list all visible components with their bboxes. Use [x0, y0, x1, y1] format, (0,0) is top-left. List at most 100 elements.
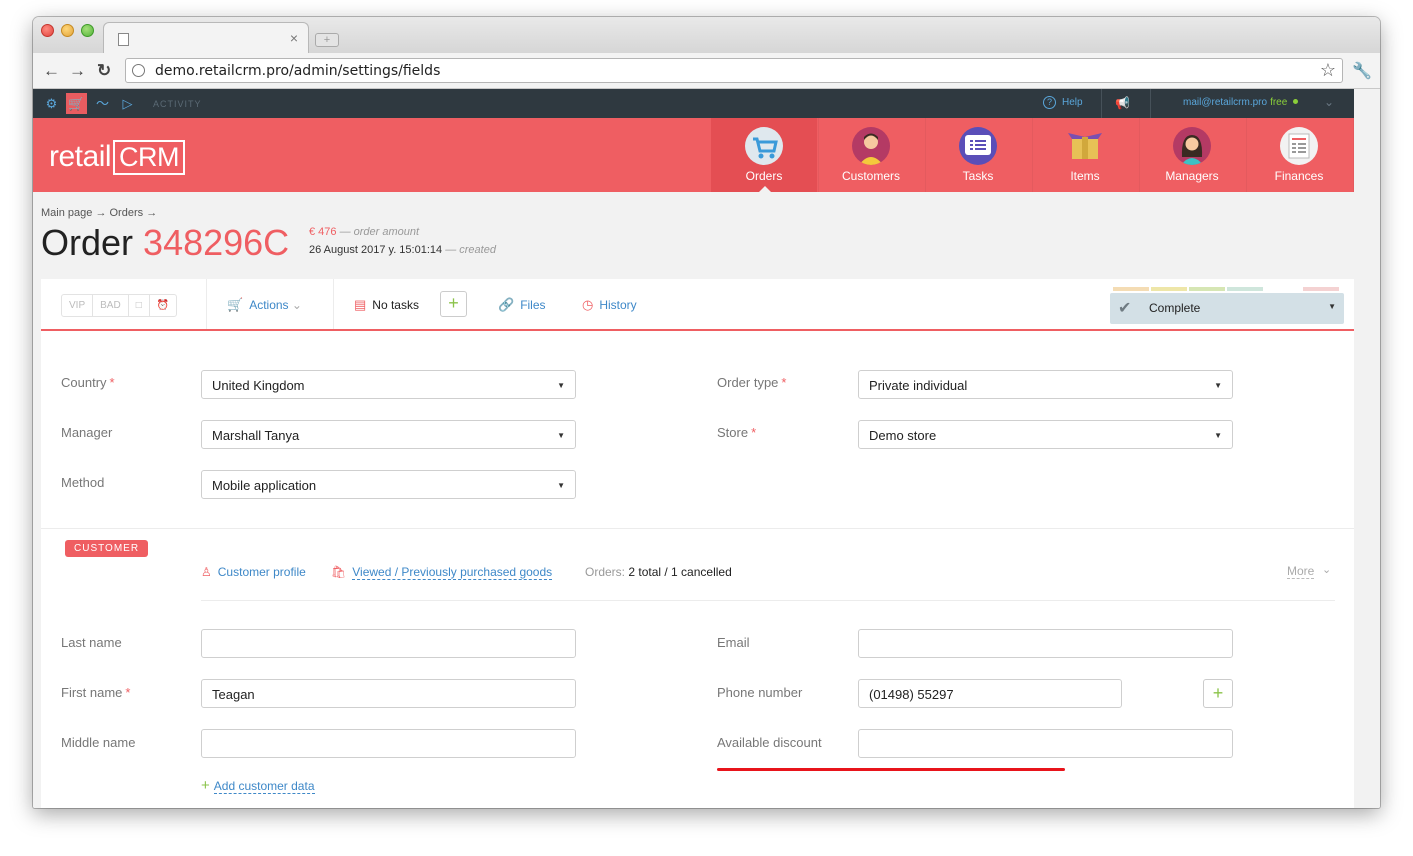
first-name-input[interactable]: Teagan: [201, 679, 576, 708]
phone-label: Phone number: [717, 685, 803, 700]
add-customer-data-link[interactable]: + Add customer data: [201, 777, 315, 794]
cart-icon: [745, 127, 783, 165]
field-label: Order type: [717, 375, 779, 390]
back-arrow-icon[interactable]: ←: [43, 61, 60, 81]
address-bar[interactable]: demo.retailcrm.pro/admin/settings/fields…: [125, 58, 1343, 83]
nav-finances[interactable]: Finances: [1246, 118, 1352, 192]
nav-label: Finances: [1274, 169, 1324, 183]
highlight-underline: [717, 768, 1065, 771]
nav-orders[interactable]: Orders: [711, 118, 817, 193]
nav-tasks[interactable]: Tasks: [925, 118, 1031, 192]
caret-down-icon: ▼: [557, 381, 565, 390]
order-created-label: — created: [445, 244, 496, 256]
chevron-down-icon[interactable]: ⌄: [1324, 95, 1334, 109]
viewed-goods-label: Viewed / Previously purchased goods: [352, 565, 553, 580]
caret-down-icon: ▼: [1214, 381, 1222, 390]
close-tab-icon[interactable]: ×: [290, 30, 298, 46]
main-header: retail CRM Orders Customers Tasks Items …: [33, 118, 1354, 193]
minimize-window-button[interactable]: [61, 24, 74, 37]
globe-icon: [132, 64, 145, 77]
viewed-goods-link[interactable]: 🛍 Viewed / Previously purchased goods: [331, 565, 553, 580]
cart-icon[interactable]: 🛒: [66, 93, 87, 114]
manager-select[interactable]: Marshall Tanya ▼: [201, 420, 576, 449]
wrench-icon[interactable]: 🔧: [1352, 61, 1372, 81]
nav-divider: [1353, 118, 1354, 192]
section-divider: [41, 528, 1354, 529]
breadcrumb-main[interactable]: Main page: [41, 207, 92, 219]
bookmark-star-icon[interactable]: ☆: [1320, 60, 1336, 81]
order-created: 26 August 2017 y. 15:01:14: [309, 244, 443, 256]
field-label: Store: [717, 425, 749, 440]
nav-label: Items: [1070, 169, 1100, 183]
customer-orders-summary: Orders: 2 total / 1 cancelled: [585, 565, 732, 579]
manager-label: Manager: [61, 425, 113, 440]
files-link[interactable]: 🔗 Files: [498, 297, 546, 313]
cart-icon: 🛒: [227, 297, 244, 312]
retailcrm-logo[interactable]: retail CRM: [49, 140, 186, 175]
play-icon[interactable]: ▷: [117, 89, 138, 118]
first-name-label: First name *: [61, 685, 130, 700]
tasks-link[interactable]: ▤ No tasks: [354, 297, 419, 313]
actions-dropdown[interactable]: 🛒 Actions ⌄: [227, 297, 302, 313]
method-select[interactable]: Mobile application ▼: [201, 470, 576, 499]
forward-arrow-icon[interactable]: →: [69, 61, 86, 81]
tag-bad[interactable]: BAD: [93, 295, 129, 316]
help-link[interactable]: ? Help: [1043, 96, 1083, 109]
email-input[interactable]: [858, 629, 1233, 658]
files-label: Files: [520, 298, 546, 312]
comment-icon: ▤: [354, 297, 367, 312]
tab-strip: × +: [33, 17, 1380, 53]
analytics-chart-icon[interactable]: 〜: [92, 89, 113, 118]
tag-alarm-icon[interactable]: ⏰: [150, 295, 176, 316]
browser-tab[interactable]: ×: [103, 22, 309, 53]
field-label: Country: [61, 375, 107, 390]
nav-customers[interactable]: Customers: [818, 118, 924, 192]
history-link[interactable]: ◷ History: [582, 297, 637, 313]
help-label: Help: [1062, 97, 1083, 108]
user-account[interactable]: mail@retailcrm.pro free: [1183, 97, 1299, 108]
last-name-label: Last name: [61, 635, 122, 650]
store-label: Store *: [717, 425, 756, 440]
order-type-select[interactable]: Private individual ▼: [858, 370, 1233, 399]
add-phone-button[interactable]: +: [1203, 679, 1233, 708]
phone-input[interactable]: (01498) 55297: [858, 679, 1122, 708]
reload-icon[interactable]: ↻: [97, 61, 111, 81]
middle-name-label: Middle name: [61, 735, 136, 750]
method-label: Method: [61, 475, 105, 490]
tag-vip[interactable]: VIP: [62, 295, 94, 316]
country-select[interactable]: United Kingdom ▼: [201, 370, 576, 399]
activity-label[interactable]: ACTIVITY: [153, 99, 202, 109]
close-window-button[interactable]: [41, 24, 54, 37]
last-name-input[interactable]: [201, 629, 576, 658]
chevron-down-icon[interactable]: ⌄: [1322, 563, 1331, 576]
more-link[interactable]: More: [1287, 564, 1315, 579]
nav-managers[interactable]: Managers: [1139, 118, 1245, 192]
megaphone-icon[interactable]: 📢: [1115, 96, 1130, 110]
status-select[interactable]: ✔ Complete ▼: [1110, 293, 1344, 324]
field-label: First name: [61, 685, 123, 700]
checkmark-icon: ✔: [1118, 300, 1132, 317]
country-label: Country *: [61, 375, 115, 390]
new-tab-button[interactable]: +: [315, 33, 339, 47]
discount-input[interactable]: [858, 729, 1233, 758]
customer-profile-link[interactable]: ♙ Customer profile: [201, 565, 306, 579]
add-customer-data-label: Add customer data: [213, 779, 315, 794]
order-title-label: Order: [41, 222, 134, 263]
add-task-button[interactable]: +: [440, 291, 467, 317]
settings-gear-icon[interactable]: ⚙: [41, 89, 62, 118]
tasks-list-icon: [959, 127, 997, 165]
order-card: VIP BAD □ ⏰ 🛒 Actions ⌄ ▤ No tasks + 🔗 File…: [41, 279, 1354, 808]
breadcrumb-orders[interactable]: Orders: [110, 207, 144, 219]
clock-icon: ◷: [582, 297, 594, 312]
breadcrumb: Main page → Orders →: [41, 207, 157, 219]
url-text[interactable]: demo.retailcrm.pro/admin/settings/fields: [155, 63, 440, 79]
maximize-window-button[interactable]: [81, 24, 94, 37]
required-asterisk: *: [751, 425, 757, 440]
middle-name-input[interactable]: [201, 729, 576, 758]
page-icon: [118, 33, 129, 46]
store-select[interactable]: Demo store ▼: [858, 420, 1233, 449]
tag-note-icon[interactable]: □: [129, 295, 150, 316]
logo-text-crm: CRM: [113, 140, 186, 175]
caret-down-icon: ▼: [1214, 431, 1222, 440]
nav-items[interactable]: Items: [1032, 118, 1138, 192]
